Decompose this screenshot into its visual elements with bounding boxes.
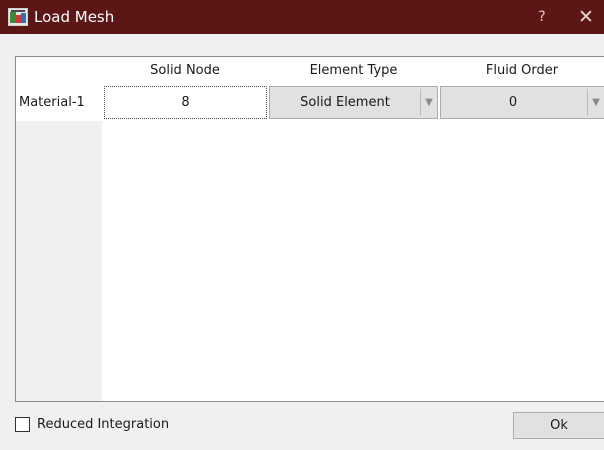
table-corner [16, 57, 102, 85]
column-header-fluid-order: Fluid Order [439, 57, 604, 85]
chevron-down-icon[interactable]: ▼ [421, 87, 437, 118]
fluid-order-value: 0 [508, 95, 518, 110]
element-type-dropdown[interactable]: Solid Element ▼ [269, 86, 438, 119]
row-header-column [16, 85, 102, 401]
close-button[interactable]: ✕ [574, 5, 598, 29]
window-title: Load Mesh [34, 8, 115, 26]
app-logo-icon [8, 8, 28, 26]
solid-node-cell[interactable]: 8 [104, 86, 267, 119]
ok-button[interactable]: Ok [513, 412, 604, 439]
fluid-order-dropdown[interactable]: 0 ▼ [440, 86, 604, 119]
element-type-value: Solid Element [300, 95, 390, 110]
help-button[interactable]: ? [532, 7, 552, 27]
row-header-material: Material-1 [16, 85, 102, 121]
load-mesh-dialog: Load Mesh ? ✕ Solid Node Element Type Fl… [0, 0, 604, 450]
reduced-integration-label: Reduced Integration [37, 417, 170, 432]
title-bar: Load Mesh ? ✕ [0, 0, 604, 34]
material-table: Solid Node Element Type Fluid Order Mate… [15, 56, 604, 402]
chevron-down-icon[interactable]: ▼ [588, 87, 604, 118]
column-header-element-type: Element Type [268, 57, 439, 85]
column-header-solid-node: Solid Node [102, 57, 268, 85]
checkbox-box[interactable] [15, 417, 30, 432]
